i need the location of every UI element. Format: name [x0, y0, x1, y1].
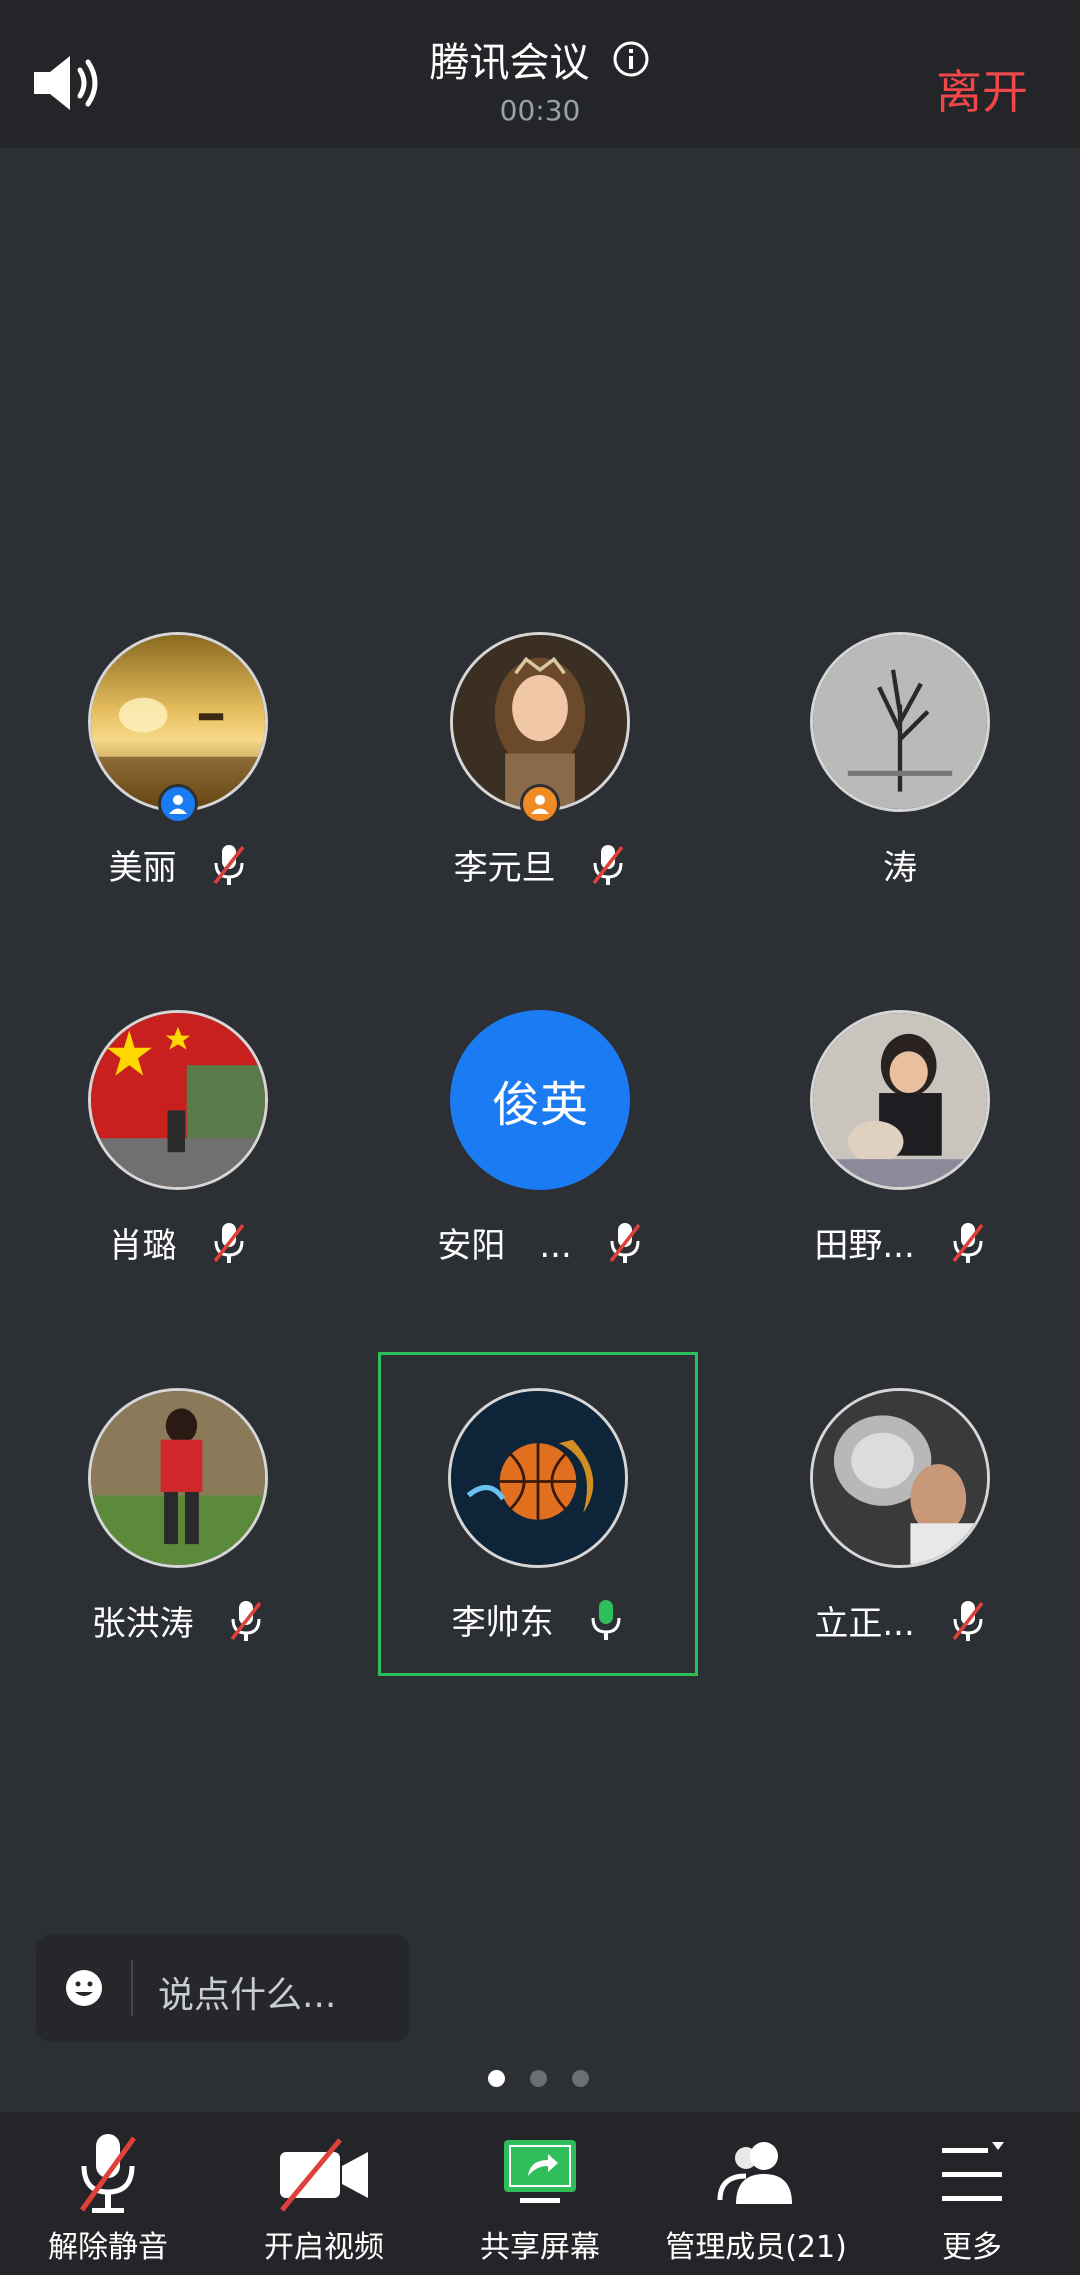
- cohost-badge-icon: [520, 784, 560, 824]
- mic-muted-icon: [231, 1600, 262, 1641]
- manage-members-button[interactable]: 管理成员(21): [648, 2112, 864, 2275]
- page-indicator: [488, 2070, 598, 2090]
- participant-tile[interactable]: 田野...: [740, 1010, 1060, 1330]
- mic-muted-icon: [79, 2134, 137, 2213]
- participant-name-row: 立正...: [740, 1596, 1060, 1644]
- participant-name: 安阳 ...: [437, 1226, 572, 1266]
- participant-name-row: 李帅东: [381, 1595, 695, 1643]
- emoji-icon[interactable]: [64, 1968, 104, 2008]
- host-badge-icon: [158, 784, 198, 824]
- mic-muted-icon: [214, 844, 245, 885]
- participant-name: 肖璐: [108, 1226, 177, 1266]
- participant-name-row: 张洪涛: [18, 1596, 338, 1644]
- mic-muted-icon: [952, 1222, 984, 1263]
- participant-name: 涛: [883, 848, 917, 888]
- avatar: [810, 1388, 990, 1568]
- bottom-toolbar: 解除静音 开启视频 共享屏幕 管理成员(21) 更多: [0, 2112, 1080, 2275]
- participant-name: 美丽: [108, 848, 177, 888]
- unmute-label: 解除静音: [48, 2230, 168, 2265]
- avatar: [810, 632, 990, 812]
- meeting-timer: 00:30: [499, 94, 581, 127]
- avatar: [448, 1388, 628, 1568]
- participant-tile[interactable]: 肖璐: [18, 1010, 338, 1330]
- participant-name-row: 涛: [740, 840, 1060, 888]
- participant-name-row: 田野...: [740, 1218, 1060, 1266]
- participant-name-row: 李元旦: [380, 840, 700, 888]
- participant-name-row: 美丽: [18, 840, 338, 888]
- manage-members-label: 管理成员(21): [665, 2230, 847, 2265]
- share-screen-icon: [504, 2140, 576, 2203]
- video-off-icon: [280, 2138, 368, 2212]
- avatar: [810, 1010, 990, 1190]
- page-dot[interactable]: [530, 2070, 547, 2087]
- avatar-initials: 俊英: [450, 1010, 630, 1190]
- leave-button[interactable]: 离开: [936, 56, 1028, 122]
- title-wrap: 腾讯会议: [0, 30, 1080, 88]
- avatar: [88, 1388, 268, 1568]
- top-bar: 腾讯会议 00:30 离开: [0, 0, 1080, 148]
- more-menu-icon: [942, 2142, 1004, 2201]
- more-button[interactable]: 更多: [864, 2112, 1080, 2275]
- participant-name: 张洪涛: [91, 1604, 194, 1644]
- share-screen-button[interactable]: 共享屏幕: [432, 2112, 648, 2275]
- participant-name: 立正...: [814, 1604, 915, 1644]
- participant-tile[interactable]: 立正...: [740, 1388, 1060, 1708]
- participant-name: 田野...: [814, 1226, 915, 1266]
- meeting-title: 腾讯会议: [429, 40, 590, 86]
- mic-muted-icon: [214, 1222, 245, 1263]
- participant-tile[interactable]: 俊英 安阳 ...: [380, 1010, 700, 1330]
- mic-muted-icon: [609, 1222, 641, 1263]
- info-icon[interactable]: [611, 39, 651, 79]
- avatar: [88, 1010, 268, 1190]
- members-icon: [717, 2142, 792, 2204]
- start-video-label: 开启视频: [264, 2230, 384, 2265]
- unmute-button[interactable]: 解除静音: [0, 2112, 216, 2275]
- page-dot-active[interactable]: [488, 2070, 505, 2087]
- mic-active-icon: [591, 1599, 621, 1640]
- chat-placeholder: 说点什么...: [158, 1975, 337, 2016]
- share-screen-label: 共享屏幕: [480, 2230, 600, 2265]
- chat-divider: [131, 1960, 133, 2016]
- participant-name-row: 肖璐: [18, 1218, 338, 1266]
- mic-muted-icon: [593, 844, 624, 885]
- participant-tile[interactable]: 涛: [740, 632, 1060, 952]
- participant-tile[interactable]: 李元旦: [380, 632, 700, 952]
- participant-name: 李元旦: [453, 848, 556, 888]
- participant-tile[interactable]: 张洪涛: [18, 1388, 338, 1708]
- page-dot[interactable]: [572, 2070, 589, 2087]
- start-video-button[interactable]: 开启视频: [216, 2112, 432, 2275]
- more-label: 更多: [942, 2230, 1002, 2265]
- mic-muted-icon: [952, 1600, 984, 1641]
- active-speaker-tile[interactable]: 李帅东: [378, 1352, 698, 1676]
- chat-input[interactable]: 说点什么...: [36, 1934, 410, 2042]
- participant-name: 李帅东: [451, 1603, 554, 1643]
- participant-tile[interactable]: 美丽: [18, 632, 338, 952]
- participant-name-row: 安阳 ...: [380, 1218, 700, 1266]
